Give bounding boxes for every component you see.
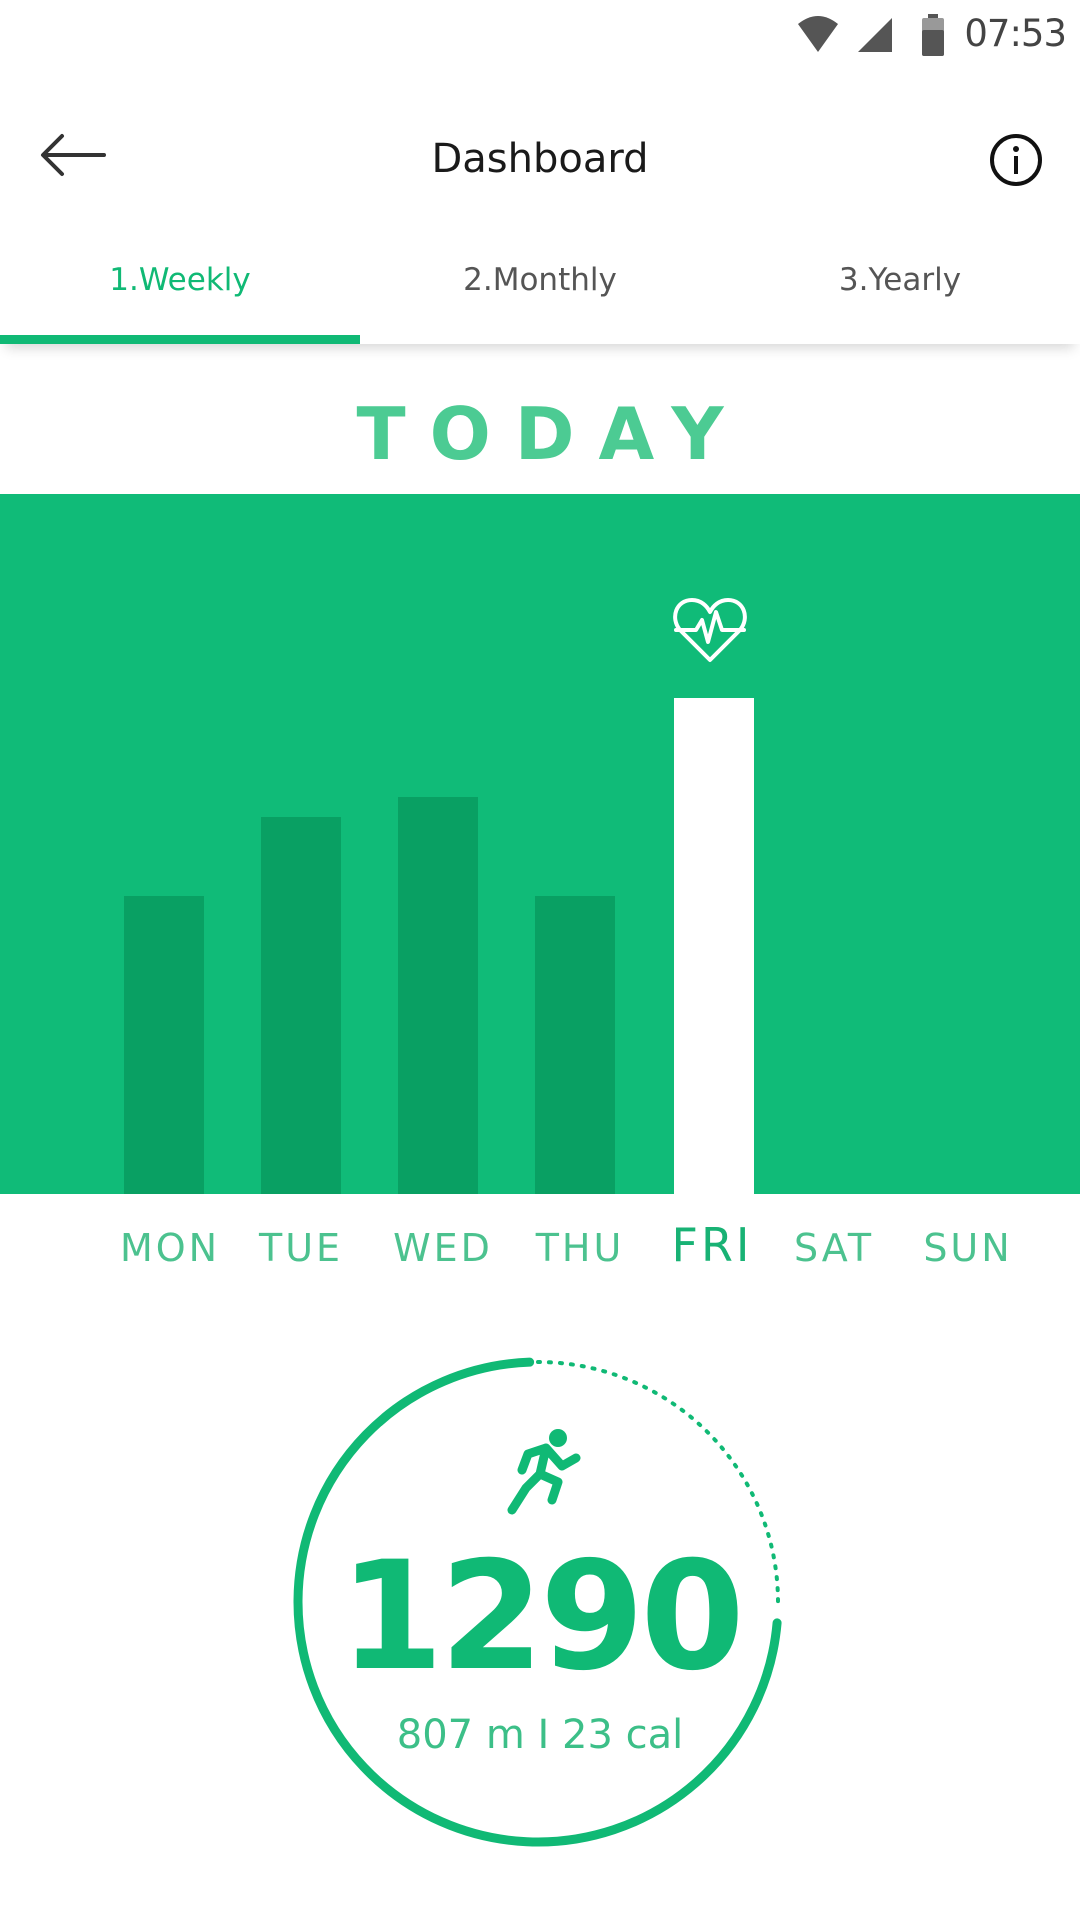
page-title: Dashboard: [431, 136, 649, 182]
wifi-icon: [798, 16, 838, 52]
heart-pulse-icon: [673, 598, 747, 662]
distance-calories: 807 m I 23 cal: [396, 1712, 684, 1758]
today-heading: TODAY: [356, 392, 748, 476]
bar-wed[interactable]: [398, 797, 478, 1194]
day-label-mon[interactable]: MON: [120, 1226, 220, 1270]
tab-weekly[interactable]: 1.Weekly: [0, 232, 360, 344]
day-label-thu[interactable]: THU: [536, 1226, 625, 1270]
running-icon: [507, 1429, 581, 1515]
day-label-sat[interactable]: SAT: [794, 1226, 874, 1270]
bar-fri[interactable]: [674, 698, 754, 1196]
day-label-fri[interactable]: FRI: [672, 1218, 753, 1272]
day-labels: MON TUE WED THU FRI SAT SUN: [0, 1214, 1080, 1284]
day-label-tue[interactable]: TUE: [259, 1226, 343, 1270]
status-time: 07:53: [964, 12, 1067, 55]
tab-monthly[interactable]: 2.Monthly: [360, 232, 720, 344]
battery-icon: [922, 14, 944, 56]
weekly-chart: [0, 494, 1080, 1196]
bar-tue[interactable]: [261, 817, 341, 1194]
bar-mon[interactable]: [124, 896, 204, 1194]
step-count: 1290: [339, 1530, 744, 1704]
info-icon: [990, 134, 1042, 186]
signal-icon: [858, 18, 892, 52]
bar-thu[interactable]: [535, 896, 615, 1194]
status-bar: 07:53: [0, 0, 1080, 72]
day-label-wed[interactable]: WED: [393, 1226, 493, 1270]
tab-bar: 1.Weekly 2.Monthly 3.Yearly: [0, 232, 1080, 344]
info-button[interactable]: [986, 130, 1046, 190]
day-label-sun[interactable]: SUN: [923, 1226, 1012, 1270]
app-bar: Dashboard: [0, 100, 1080, 220]
tab-yearly[interactable]: 3.Yearly: [720, 232, 1080, 344]
